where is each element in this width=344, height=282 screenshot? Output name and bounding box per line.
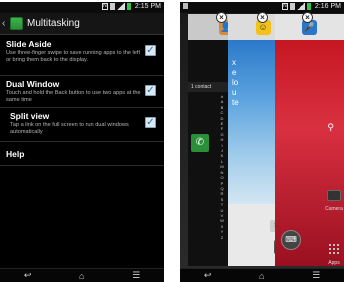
- red-app-icon: ⚲: [327, 122, 334, 132]
- dual-window-checkbox[interactable]: ✓: [145, 85, 156, 96]
- voice-app-card[interactable]: 🎤 ⚲ ⌨: [275, 14, 344, 266]
- keyboard-icon[interactable]: ⌨: [281, 230, 301, 250]
- split-view-checkbox[interactable]: ✓: [145, 117, 156, 128]
- navigation-bar: ↩ ⌂ ☰: [0, 268, 164, 282]
- setting-description: Touch and hold the Back button to use tw…: [6, 90, 141, 103]
- apps-tile[interactable]: Apps: [324, 242, 344, 266]
- close-messaging-icon[interactable]: ×: [257, 12, 268, 23]
- setting-dual-window[interactable]: Dual Window Touch and hold the Back butt…: [0, 76, 164, 108]
- battery-icon: [306, 3, 311, 10]
- setting-help[interactable]: Help: [0, 142, 164, 166]
- settings-app-icon: [10, 17, 23, 30]
- close-contacts-icon[interactable]: ×: [216, 12, 227, 23]
- menu-button[interactable]: ☰: [312, 270, 320, 281]
- setting-title: Dual Window: [6, 79, 60, 89]
- setting-title: Split view: [10, 111, 50, 121]
- status-bar: N 2:15 PM: [0, 2, 164, 13]
- back-button[interactable]: ↩: [204, 270, 212, 281]
- setting-title: Slide Aside: [6, 39, 52, 49]
- navigation-bar: ↩ ⌂ ☰: [180, 268, 344, 282]
- alphabet-letter[interactable]: Z: [218, 235, 226, 240]
- signal-icon: [296, 3, 305, 10]
- camera-tile[interactable]: Camera: [324, 188, 344, 212]
- settings-list: Slide Aside Use three-finger swipe to sa…: [0, 36, 164, 166]
- apps-label: Apps: [328, 260, 340, 266]
- image-text: x e lo u te: [232, 58, 239, 107]
- nfc-icon: N: [101, 3, 108, 10]
- home-button[interactable]: ⌂: [259, 271, 264, 281]
- title-bar[interactable]: ‹ Multitasking: [0, 13, 164, 35]
- setting-description: Tap a link on the full screen to run dua…: [10, 122, 129, 135]
- signal-icon: [116, 3, 125, 10]
- setting-split-view[interactable]: Split view Tap a link on the full screen…: [0, 108, 164, 142]
- multitasking-settings-screen: N 2:15 PM ‹ Multitasking Slide Aside Use…: [0, 2, 164, 282]
- wifi-icon: [109, 3, 115, 10]
- apps-grid-icon: [328, 243, 340, 255]
- back-button[interactable]: ↩: [24, 270, 32, 281]
- contacts-panel: 1 contact ✆ # A B C D E F G H I J K L M …: [188, 40, 230, 266]
- phone-icon[interactable]: ✆: [191, 134, 209, 152]
- contact-count: 1 contact: [188, 82, 228, 92]
- setting-slide-aside[interactable]: Slide Aside Use three-finger swipe to sa…: [0, 36, 164, 76]
- status-time: 2:15 PM: [134, 3, 161, 10]
- page-title: Multitasking: [27, 18, 80, 29]
- slide-aside-screen: N 2:16 PM 👤 1 contact ✆ # A B C D E F G …: [180, 2, 344, 282]
- battery-icon: [126, 3, 131, 10]
- setting-title: Help: [6, 149, 25, 159]
- menu-button[interactable]: ☰: [132, 270, 140, 281]
- alphabet-index[interactable]: # A B C D E F G H I J K L M N O P Q R S: [218, 94, 226, 240]
- setting-description: Use three-finger swipe to save running a…: [6, 50, 141, 63]
- notification-icon: [183, 3, 188, 9]
- camera-label: Camera: [325, 206, 343, 212]
- nfc-icon: N: [281, 3, 288, 10]
- back-chevron-icon[interactable]: ‹: [2, 18, 10, 29]
- close-voice-icon[interactable]: ×: [302, 12, 313, 23]
- home-button[interactable]: ⌂: [79, 271, 84, 281]
- slide-aside-checkbox[interactable]: ✓: [145, 45, 156, 56]
- wifi-icon: [289, 3, 295, 10]
- camera-icon: [327, 190, 341, 201]
- status-time: 2:16 PM: [314, 3, 341, 10]
